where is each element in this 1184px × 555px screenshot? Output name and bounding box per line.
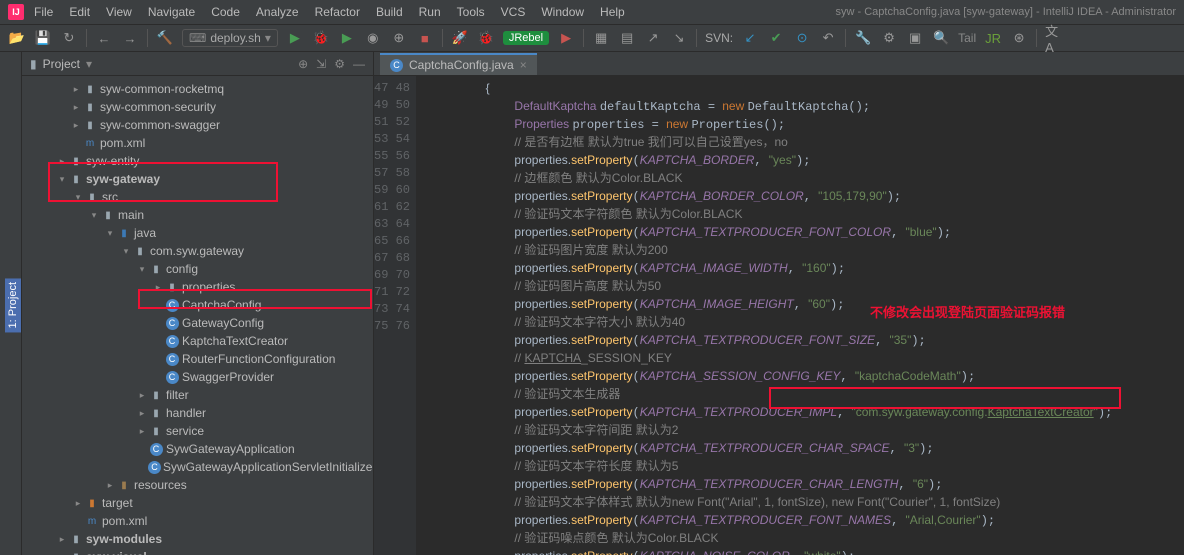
jrebel-rocket-icon[interactable]: 🚀	[451, 29, 469, 47]
structure-icon[interactable]: ▣	[906, 29, 924, 47]
profile-icon[interactable]: ◉	[364, 29, 382, 47]
left-tool-strip: 1: Project 2: Structure 2: Favorites JRe…	[0, 52, 22, 555]
tree-item[interactable]: syw-visual	[86, 550, 147, 555]
code-area[interactable]: 47 48 49 50 51 52 53 54 55 56 57 58 59 6…	[374, 76, 1184, 555]
tree-item[interactable]: service	[166, 424, 204, 438]
tree-item[interactable]: syw-common-rocketmq	[100, 82, 224, 96]
window-title: syw - CaptchaConfig.java [syw-gateway] -…	[835, 6, 1176, 18]
settings-icon[interactable]: ⚙	[880, 29, 898, 47]
tree-item[interactable]: java	[134, 226, 156, 240]
import-icon[interactable]: ↘	[670, 29, 688, 47]
menu-analyze[interactable]: Analyze	[250, 3, 305, 21]
build-icon[interactable]: 🔨	[156, 29, 174, 47]
svn-commit-icon[interactable]: ✔	[767, 29, 785, 47]
tree-item[interactable]: resources	[134, 478, 187, 492]
hide-icon[interactable]: —	[353, 57, 365, 71]
code-body[interactable]: { DefaultKaptcha defaultKaptcha = new De…	[416, 76, 1184, 555]
svn-history-icon[interactable]: ⊙	[793, 29, 811, 47]
jrebel-label[interactable]: JRebel	[503, 31, 549, 45]
editor-area: C CaptchaConfig.java × 47 48 49 50 51 52…	[374, 52, 1184, 555]
xrebel-icon[interactable]: ▶	[557, 29, 575, 47]
wrench-icon[interactable]: 🔧	[854, 29, 872, 47]
project-title[interactable]: Project	[43, 57, 80, 71]
project-header: ▮ Project ▾ ⊕ ⇲ ⚙ —	[22, 52, 373, 76]
debug-icon[interactable]: 🐞	[312, 29, 330, 47]
tree-item[interactable]: syw-common-security	[100, 100, 216, 114]
stop-icon[interactable]: ■	[416, 29, 434, 47]
tool-project[interactable]: 1: Project	[5, 278, 21, 332]
app-logo-icon: IJ	[8, 4, 24, 20]
editor-tabs: C CaptchaConfig.java ×	[374, 52, 1184, 76]
save-icon[interactable]: 💾	[34, 29, 52, 47]
menu-file[interactable]: File	[28, 3, 59, 21]
coverage-icon[interactable]: ▶	[338, 29, 356, 47]
tree-item[interactable]: target	[102, 496, 133, 510]
attach-icon[interactable]: ⊕	[390, 29, 408, 47]
menu-run[interactable]: Run	[413, 3, 447, 21]
tree-item[interactable]: GatewayConfig	[182, 316, 264, 330]
tree-item[interactable]: KaptchaTextCreator	[182, 334, 288, 348]
back-icon[interactable]: ←	[95, 29, 113, 47]
menu-tools[interactable]: Tools	[451, 3, 491, 21]
menu-code[interactable]: Code	[205, 3, 246, 21]
select-opened-icon[interactable]: ⊕	[298, 57, 308, 71]
menu-bar: IJ File Edit View Navigate Code Analyze …	[0, 0, 1184, 24]
tree-item-captchaconfig[interactable]: CaptchaConfig	[182, 298, 261, 312]
tree-item[interactable]: properties	[182, 280, 235, 294]
svn-label: SVN:	[705, 31, 733, 45]
menu-help[interactable]: Help	[594, 3, 631, 21]
menu-view[interactable]: View	[100, 3, 138, 21]
tree-item[interactable]: filter	[166, 388, 189, 402]
close-tab-icon[interactable]: ×	[520, 58, 527, 72]
tree-item[interactable]: pom.xml	[100, 136, 145, 150]
open-icon[interactable]: 📂	[8, 29, 26, 47]
leaf-icon[interactable]: ⊛	[1010, 29, 1028, 47]
run-config-select[interactable]: ⌨deploy.sh▾	[182, 29, 278, 47]
tail-label[interactable]: Tail	[958, 31, 976, 45]
tree-item[interactable]: handler	[166, 406, 206, 420]
collapse-icon[interactable]: ⇲	[316, 57, 326, 71]
tree-item[interactable]: SywGatewayApplication	[166, 442, 295, 456]
run-icon[interactable]: ▶	[286, 29, 304, 47]
tree-item[interactable]: config	[166, 262, 198, 276]
menu-refactor[interactable]: Refactor	[309, 3, 366, 21]
jrebel-debug-icon[interactable]: 🐞	[477, 29, 495, 47]
class-icon: C	[390, 59, 403, 72]
tree-item[interactable]: RouterFunctionConfiguration	[182, 352, 335, 366]
search-icon[interactable]: 🔍	[932, 29, 950, 47]
menu-build[interactable]: Build	[370, 3, 409, 21]
svn-revert-icon[interactable]: ↶	[819, 29, 837, 47]
project-tree[interactable]: ▸▮syw-common-rocketmq ▸▮syw-common-secur…	[22, 76, 373, 555]
tree-item[interactable]: syw-common-swagger	[100, 118, 220, 132]
main-toolbar: 📂 💾 ↻ ← → 🔨 ⌨deploy.sh▾ ▶ 🐞 ▶ ◉ ⊕ ■ 🚀 🐞 …	[0, 24, 1184, 52]
tree-item[interactable]: src	[102, 190, 118, 204]
menu-window[interactable]: Window	[535, 3, 590, 21]
tree-item[interactable]: syw-entity	[86, 154, 139, 168]
tree-item[interactable]: pom.xml	[102, 514, 147, 528]
tree-item[interactable]: SwaggerProvider	[182, 370, 274, 384]
db-icon[interactable]: ▦	[592, 29, 610, 47]
annotation-text: 不修改会出现登陆页面验证码报错	[870, 302, 1065, 321]
tree-item-gateway[interactable]: syw-gateway	[86, 172, 160, 186]
gear-icon[interactable]: ⚙	[334, 57, 345, 71]
tree-item[interactable]: com.syw.gateway	[150, 244, 244, 258]
tree-item[interactable]: main	[118, 208, 144, 222]
menu-vcs[interactable]: VCS	[495, 3, 532, 21]
sync-icon[interactable]: ↻	[60, 29, 78, 47]
line-gutter: 47 48 49 50 51 52 53 54 55 56 57 58 59 6…	[374, 76, 416, 555]
folder-icon: ▮	[30, 57, 37, 71]
svn-update-icon[interactable]: ↙	[741, 29, 759, 47]
forward-icon[interactable]: →	[121, 29, 139, 47]
editor-tab-label: CaptchaConfig.java	[409, 58, 514, 72]
tree-item[interactable]: syw-modules	[86, 532, 162, 546]
project-pane: ▮ Project ▾ ⊕ ⇲ ⚙ — ▸▮syw-common-rocketm…	[22, 52, 374, 555]
export-icon[interactable]: ↗	[644, 29, 662, 47]
menu-navigate[interactable]: Navigate	[142, 3, 201, 21]
jr-icon[interactable]: JR	[984, 29, 1002, 47]
editor-tab-captcha[interactable]: C CaptchaConfig.java ×	[380, 53, 537, 75]
menu-edit[interactable]: Edit	[63, 3, 96, 21]
nav-icon[interactable]: ▤	[618, 29, 636, 47]
tree-item[interactable]: SywGatewayApplicationServletInitializer	[163, 460, 373, 474]
translate-icon[interactable]: 文A	[1045, 29, 1063, 47]
